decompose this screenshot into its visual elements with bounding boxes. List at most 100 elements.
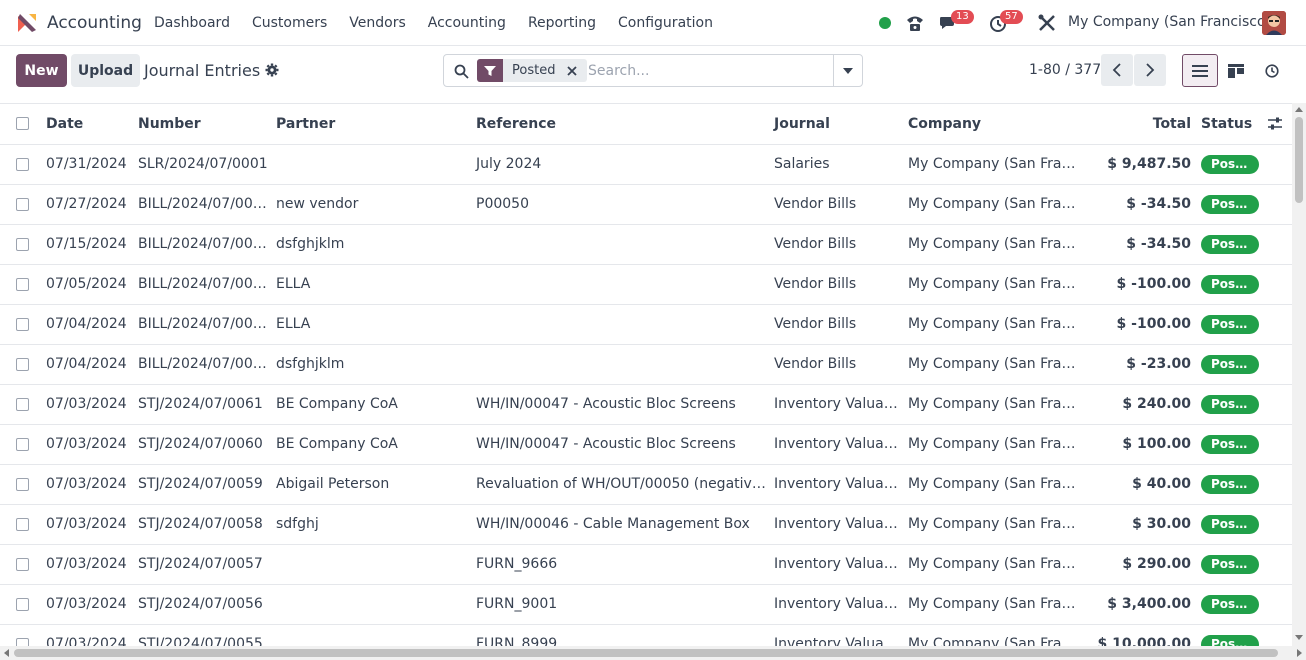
user-avatar[interactable]: [1262, 11, 1286, 35]
row-checkbox[interactable]: [16, 397, 29, 411]
row-checkbox[interactable]: [16, 637, 29, 646]
row-checkbox[interactable]: [16, 477, 29, 491]
search-input[interactable]: [588, 60, 828, 82]
table-row[interactable]: 07/15/2024 BILL/2024/07/0010 dsfghjklm Vend…: [0, 224, 1292, 265]
cell-status: Posted: [1193, 544, 1259, 585]
row-checkbox[interactable]: [16, 157, 29, 171]
column-header-total[interactable]: Total: [1080, 104, 1193, 145]
row-checkbox-cell[interactable]: [0, 264, 38, 305]
table-row[interactable]: 07/27/2024 BILL/2024/07/0011 new vendor P00…: [0, 184, 1292, 225]
vertical-scrollbar[interactable]: [1292, 103, 1306, 646]
upload-button[interactable]: Upload: [71, 54, 140, 87]
optional-columns-icon[interactable]: [1267, 116, 1283, 132]
chevron-left-icon: [1112, 63, 1121, 77]
menu-configuration[interactable]: Configuration: [618, 15, 713, 31]
cell-reference: [468, 304, 766, 345]
table-row[interactable]: 07/03/2024 STJ/2024/07/0061 BE Company CoA…: [0, 384, 1292, 425]
company-switcher[interactable]: My Company (San Francisco): [1068, 14, 1271, 30]
column-header-reference[interactable]: Reference: [468, 104, 766, 145]
activity-view-button[interactable]: [1254, 54, 1290, 87]
row-checkbox[interactable]: [16, 237, 29, 251]
status-badge: Posted: [1201, 514, 1259, 534]
row-checkbox-cell[interactable]: [0, 464, 38, 505]
table-row[interactable]: 07/05/2024 BILL/2024/07/0016 ELLA Vendor Bi…: [0, 264, 1292, 305]
row-checkbox[interactable]: [16, 557, 29, 571]
page-title[interactable]: Journal Entries: [144, 61, 260, 80]
search-options-toggle[interactable]: [833, 55, 862, 86]
menu-reporting[interactable]: Reporting: [528, 15, 596, 31]
vertical-scroll-thumb[interactable]: [1295, 117, 1303, 203]
cell-partner: [268, 584, 468, 625]
menu-customers[interactable]: Customers: [252, 15, 327, 31]
search-icon[interactable]: [454, 64, 469, 79]
table-row[interactable]: 07/03/2024 STJ/2024/07/0055 FURN_8999 Inven…: [0, 624, 1292, 646]
row-checkbox-cell[interactable]: [0, 344, 38, 385]
app-name[interactable]: Accounting: [47, 13, 142, 33]
column-header-journal[interactable]: Journal: [766, 104, 900, 145]
row-checkbox-cell[interactable]: [0, 304, 38, 345]
row-checkbox-cell[interactable]: [0, 384, 38, 425]
horizontal-scrollbar[interactable]: [0, 646, 1306, 660]
table-row[interactable]: 07/03/2024 STJ/2024/07/0060 BE Company CoA…: [0, 424, 1292, 465]
facet-label: Posted: [512, 63, 556, 78]
cell-reference: P00050: [468, 184, 766, 225]
cell-company: My Company (San Francisco): [900, 264, 1080, 305]
select-all-checkbox[interactable]: [16, 117, 29, 131]
activities-badge: 57: [1000, 10, 1023, 24]
row-checkbox[interactable]: [16, 277, 29, 291]
row-checkbox[interactable]: [16, 317, 29, 331]
gear-icon[interactable]: [265, 63, 279, 77]
cell-date: 07/05/2024: [38, 264, 130, 305]
row-checkbox-cell[interactable]: [0, 424, 38, 465]
row-checkbox-cell[interactable]: [0, 224, 38, 265]
table-row[interactable]: 07/03/2024 STJ/2024/07/0058 sdfghj WH/IN/00…: [0, 504, 1292, 545]
row-checkbox-cell[interactable]: [0, 184, 38, 225]
menu-vendors[interactable]: Vendors: [349, 15, 405, 31]
horizontal-scroll-thumb[interactable]: [14, 649, 1278, 657]
menu-accounting[interactable]: Accounting: [428, 15, 506, 31]
row-checkbox-cell[interactable]: [0, 144, 38, 185]
phone-icon[interactable]: [905, 13, 925, 33]
accounting-app-icon[interactable]: [16, 12, 38, 34]
new-button[interactable]: New: [16, 54, 67, 87]
column-header-partner[interactable]: Partner: [268, 104, 468, 145]
row-checkbox-cell[interactable]: [0, 504, 38, 545]
table-row[interactable]: 07/04/2024 BILL/2024/07/0015 ELLA Vendor Bi…: [0, 304, 1292, 345]
row-checkbox-cell[interactable]: [0, 624, 38, 646]
cell-company: My Company (San Francisco): [900, 624, 1080, 646]
table-row[interactable]: 07/03/2024 STJ/2024/07/0059 Abigail Peters…: [0, 464, 1292, 505]
optional-columns-cell[interactable]: [1259, 104, 1292, 145]
kanban-view-button[interactable]: [1218, 54, 1254, 87]
close-icon[interactable]: [565, 64, 579, 78]
table-row[interactable]: 07/31/2024 SLR/2024/07/0001 July 2024 Salar…: [0, 144, 1292, 185]
menu-dashboard[interactable]: Dashboard: [154, 15, 230, 31]
cell-date: 07/03/2024: [38, 584, 130, 625]
row-checkbox[interactable]: [16, 437, 29, 451]
tools-icon[interactable]: [1037, 13, 1057, 33]
row-checkbox-cell[interactable]: [0, 584, 38, 625]
pager-previous-button[interactable]: [1101, 54, 1133, 86]
row-checkbox-cell[interactable]: [0, 544, 38, 585]
online-status-icon[interactable]: [879, 17, 891, 29]
cell-partner: Abigail Peterson: [268, 464, 468, 505]
cell-spacer: [1259, 224, 1292, 265]
table-row[interactable]: 07/03/2024 STJ/2024/07/0056 FURN_9001 Inven…: [0, 584, 1292, 625]
table-row[interactable]: 07/04/2024 BILL/2024/07/0013 dsfghjklm Vend…: [0, 344, 1292, 385]
cell-journal: Vendor Bills: [766, 184, 900, 225]
row-checkbox[interactable]: [16, 197, 29, 211]
column-header-status[interactable]: Status: [1193, 104, 1259, 145]
row-checkbox[interactable]: [16, 357, 29, 371]
row-checkbox[interactable]: [16, 517, 29, 531]
row-checkbox[interactable]: [16, 597, 29, 611]
pager-next-button[interactable]: [1134, 54, 1166, 86]
pager-value[interactable]: 1-80 / 377: [1029, 62, 1101, 78]
column-header-company[interactable]: Company: [900, 104, 1080, 145]
cell-status: Posted: [1193, 224, 1259, 265]
search-facet-posted[interactable]: Posted: [477, 59, 588, 82]
select-all-cell[interactable]: [0, 104, 38, 145]
cell-status: Posted: [1193, 264, 1259, 305]
column-header-date[interactable]: Date: [38, 104, 130, 145]
table-row[interactable]: 07/03/2024 STJ/2024/07/0057 FURN_9666 Inven…: [0, 544, 1292, 585]
list-view-button[interactable]: [1182, 54, 1218, 87]
column-header-number[interactable]: Number: [130, 104, 268, 145]
